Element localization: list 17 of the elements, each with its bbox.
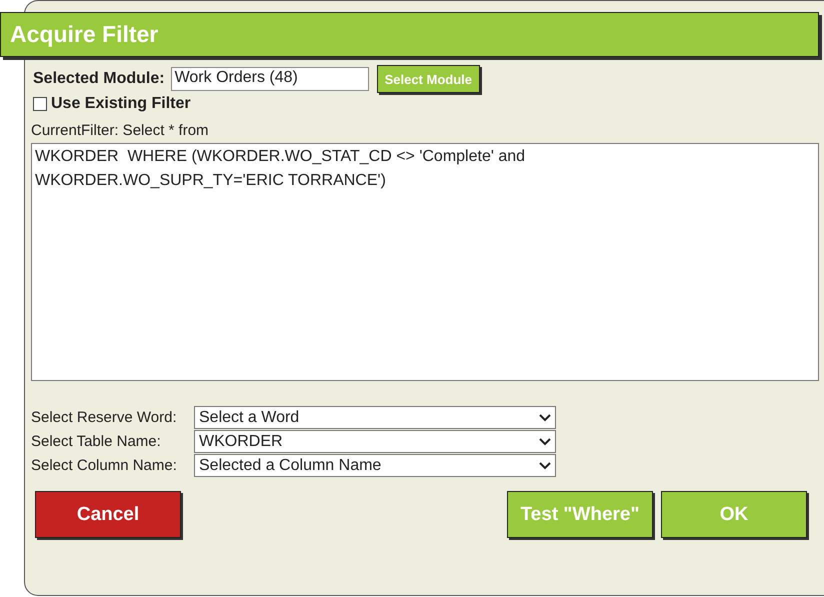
checkbox[interactable] — [33, 97, 47, 111]
module-field[interactable]: Work Orders (48) — [170, 67, 369, 91]
dropdown[interactable]: Select a Word — [194, 406, 556, 429]
filter-text-area[interactable]: WKORDER WHERE (WKORDER.WO_STAT_CD <> 'Complete' and WKORDER.WO_SUPR_TY='ERIC TORRANCE') — [31, 143, 819, 381]
module-label: Selected Module: — [33, 70, 165, 88]
select-label: Select Table Name: — [31, 433, 162, 450]
dialog-title: Acquire Filter — [0, 12, 819, 57]
dropdown[interactable]: WKORDER — [194, 430, 556, 453]
checkbox-label: Use Existing Filter — [51, 95, 191, 113]
dropdown[interactable]: Selected a Column Name — [194, 454, 556, 477]
filter-label: CurrentFilter: Select * from — [31, 122, 209, 139]
select-label: Select Column Name: — [31, 457, 178, 474]
chevron-icon — [539, 438, 551, 446]
select-label: Select Reserve Word: — [31, 409, 178, 426]
chevron-icon — [539, 414, 551, 422]
chevron-icon — [539, 462, 551, 470]
cancel-button[interactable]: Cancel — [35, 491, 181, 538]
